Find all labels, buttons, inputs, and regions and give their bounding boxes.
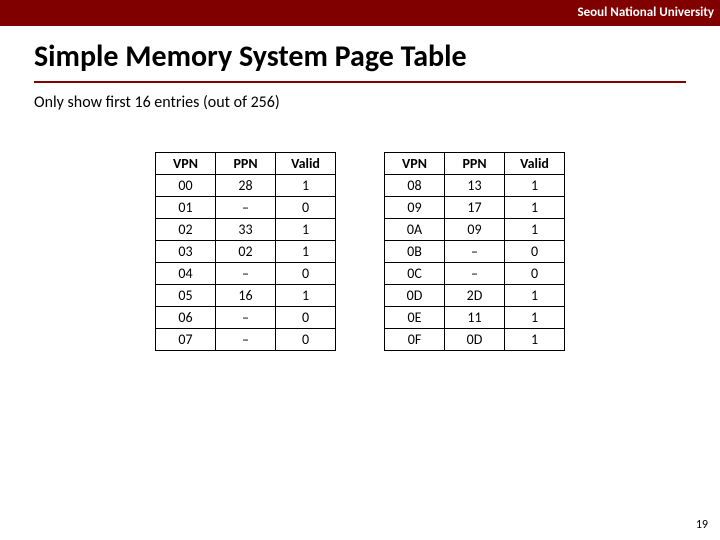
table-row: 04–0 xyxy=(156,263,336,285)
cell-ppn: 16 xyxy=(216,285,276,307)
cell-ppn: 09 xyxy=(445,219,505,241)
cell-vpn: 0E xyxy=(385,307,445,329)
cell-valid: 1 xyxy=(505,307,565,329)
col-vpn: VPN xyxy=(156,153,216,175)
table-row: 07–0 xyxy=(156,329,336,351)
cell-valid: 1 xyxy=(276,219,336,241)
cell-vpn: 00 xyxy=(156,175,216,197)
cell-ppn: 0D xyxy=(445,329,505,351)
cell-valid: 1 xyxy=(505,285,565,307)
cell-vpn: 0A xyxy=(385,219,445,241)
table-row: 05161 xyxy=(156,285,336,307)
cell-valid: 1 xyxy=(276,175,336,197)
col-ppn: PPN xyxy=(445,153,505,175)
cell-valid: 1 xyxy=(505,175,565,197)
cell-valid: 0 xyxy=(276,329,336,351)
cell-valid: 0 xyxy=(276,197,336,219)
col-ppn: PPN xyxy=(216,153,276,175)
table-row: 0A091 xyxy=(385,219,565,241)
cell-ppn: 2D xyxy=(445,285,505,307)
cell-vpn: 0F xyxy=(385,329,445,351)
cell-valid: 0 xyxy=(276,307,336,329)
col-valid: Valid xyxy=(276,153,336,175)
header-bar: Seoul National University xyxy=(0,0,720,26)
cell-vpn: 03 xyxy=(156,241,216,263)
cell-ppn: 17 xyxy=(445,197,505,219)
cell-vpn: 05 xyxy=(156,285,216,307)
cell-vpn: 02 xyxy=(156,219,216,241)
table-row: 02331 xyxy=(156,219,336,241)
cell-vpn: 09 xyxy=(385,197,445,219)
table-header-row: VPN PPN Valid xyxy=(156,153,336,175)
cell-ppn: 33 xyxy=(216,219,276,241)
table-row: 0F0D1 xyxy=(385,329,565,351)
cell-valid: 1 xyxy=(505,329,565,351)
cell-ppn: – xyxy=(216,197,276,219)
cell-valid: 1 xyxy=(505,197,565,219)
table-header-row: VPN PPN Valid xyxy=(385,153,565,175)
tables-container: VPN PPN Valid 0028101–0023310302104–0051… xyxy=(0,152,720,351)
org-label: Seoul National University xyxy=(577,5,714,20)
cell-ppn: – xyxy=(216,307,276,329)
col-valid: Valid xyxy=(505,153,565,175)
cell-ppn: 11 xyxy=(445,307,505,329)
table-row: 01–0 xyxy=(156,197,336,219)
cell-vpn: 04 xyxy=(156,263,216,285)
page-title: Simple Memory System Page Table xyxy=(34,38,686,83)
cell-vpn: 06 xyxy=(156,307,216,329)
page-table-left: VPN PPN Valid 0028101–0023310302104–0051… xyxy=(155,152,336,351)
table-row: 0B–0 xyxy=(385,241,565,263)
cell-ppn: – xyxy=(445,263,505,285)
table-row: 00281 xyxy=(156,175,336,197)
cell-valid: 1 xyxy=(276,241,336,263)
cell-valid: 0 xyxy=(505,241,565,263)
col-vpn: VPN xyxy=(385,153,445,175)
cell-ppn: 28 xyxy=(216,175,276,197)
subtitle: Only show first 16 entries (out of 256) xyxy=(34,93,720,112)
cell-vpn: 0D xyxy=(385,285,445,307)
cell-ppn: – xyxy=(216,329,276,351)
table-row: 03021 xyxy=(156,241,336,263)
table-row: 09171 xyxy=(385,197,565,219)
table-row: 0E111 xyxy=(385,307,565,329)
table-row: 08131 xyxy=(385,175,565,197)
table-row: 0D2D1 xyxy=(385,285,565,307)
cell-valid: 0 xyxy=(505,263,565,285)
cell-vpn: 0C xyxy=(385,263,445,285)
cell-valid: 1 xyxy=(505,219,565,241)
table-row: 06–0 xyxy=(156,307,336,329)
cell-ppn: – xyxy=(216,263,276,285)
table-row: 0C–0 xyxy=(385,263,565,285)
cell-ppn: 02 xyxy=(216,241,276,263)
cell-valid: 1 xyxy=(276,285,336,307)
cell-vpn: 0B xyxy=(385,241,445,263)
cell-vpn: 01 xyxy=(156,197,216,219)
cell-valid: 0 xyxy=(276,263,336,285)
page-number: 19 xyxy=(696,518,708,532)
page-table-right: VPN PPN Valid 08131091710A0910B–00C–00D2… xyxy=(384,152,565,351)
cell-ppn: 13 xyxy=(445,175,505,197)
cell-vpn: 08 xyxy=(385,175,445,197)
cell-ppn: – xyxy=(445,241,505,263)
cell-vpn: 07 xyxy=(156,329,216,351)
